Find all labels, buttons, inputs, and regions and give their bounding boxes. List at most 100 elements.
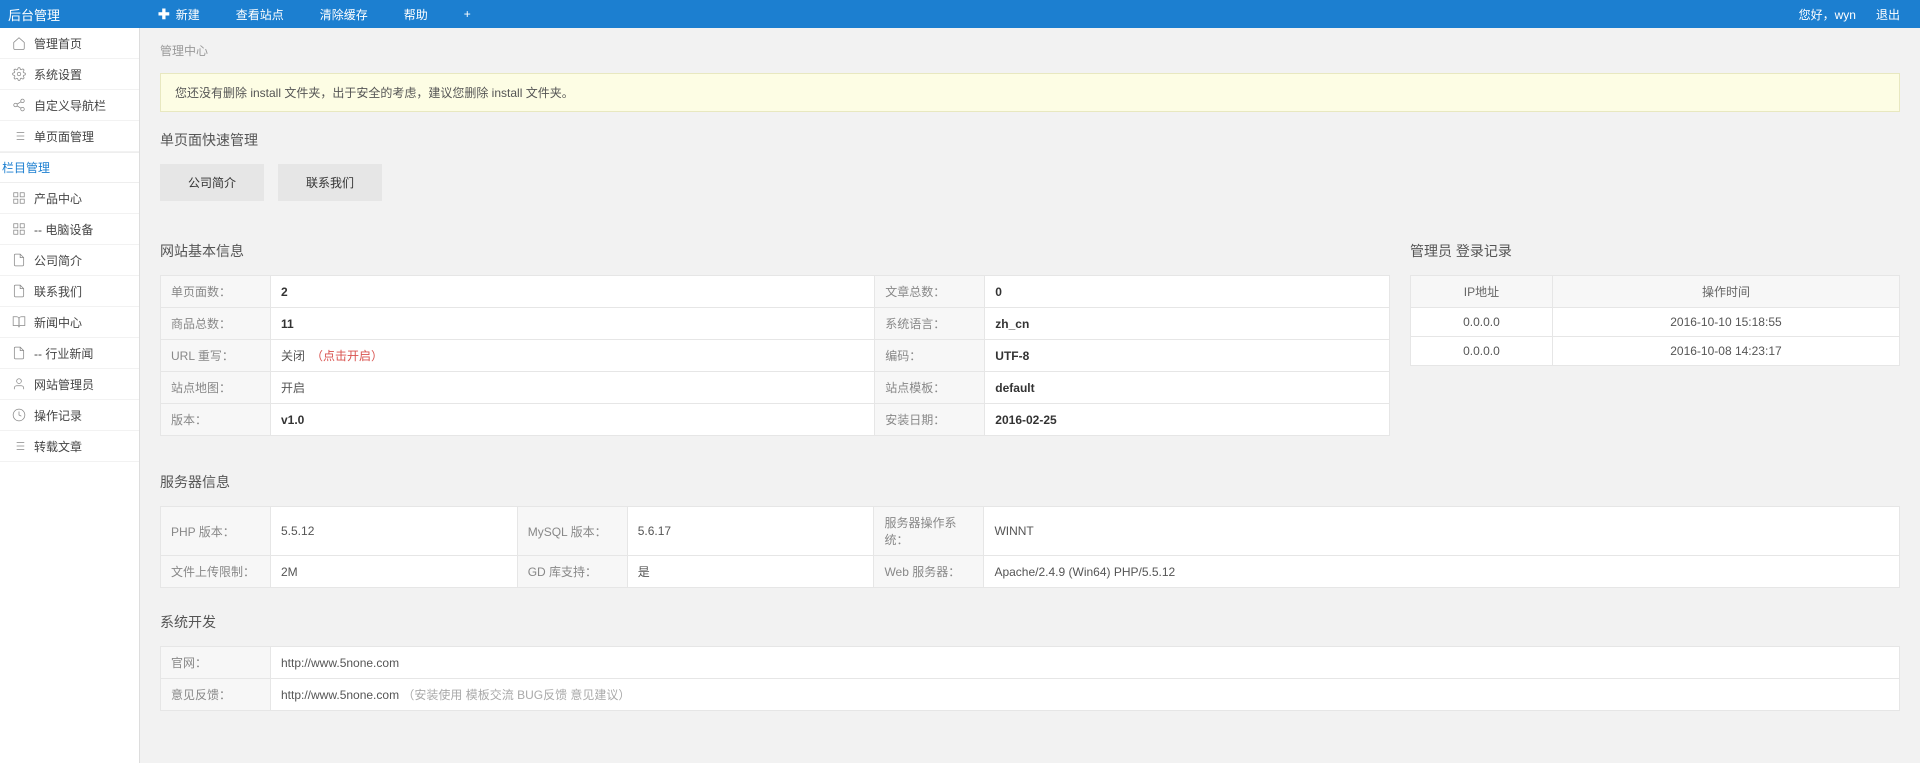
label-goods: 商品总数： bbox=[161, 308, 271, 340]
value-sitemap: 开启 bbox=[271, 372, 875, 404]
value-goods: 11 bbox=[281, 317, 294, 331]
user-icon bbox=[12, 377, 26, 391]
plus-icon: ✚ bbox=[158, 6, 170, 23]
quick-tabs: 公司简介 联系我们 bbox=[160, 164, 1900, 201]
install-warning-alert: 您还没有删除 install 文件夹，出于安全的考虑，建议您删除 install… bbox=[160, 73, 1900, 112]
label-lang: 系统语言： bbox=[875, 308, 985, 340]
label-os: 服务器操作系统： bbox=[874, 507, 984, 556]
log-header-time: 操作时间 bbox=[1552, 276, 1899, 308]
value-mysql: 5.6.17 bbox=[627, 507, 874, 556]
label-template: 站点模板： bbox=[875, 372, 985, 404]
label-mysql: MySQL 版本： bbox=[517, 507, 627, 556]
nav-new[interactable]: ✚新建 bbox=[140, 0, 218, 28]
nav-clear-cache[interactable]: 清除缓存 bbox=[302, 0, 386, 28]
side-settings[interactable]: 系统设置 bbox=[0, 59, 139, 90]
side-label: 网站管理员 bbox=[34, 376, 94, 393]
side-label: 联系我们 bbox=[34, 283, 82, 300]
label-articles: 文章总数： bbox=[875, 276, 985, 308]
side-news-center[interactable]: 新闻中心 bbox=[0, 307, 139, 338]
log-row: 0.0.0.0 2016-10-10 15:18:55 bbox=[1411, 308, 1900, 337]
side-site-admin[interactable]: 网站管理员 bbox=[0, 369, 139, 400]
log-ip: 0.0.0.0 bbox=[1411, 337, 1553, 366]
value-os: WINNT bbox=[984, 507, 1900, 556]
side-label: 系统设置 bbox=[34, 66, 82, 83]
value-template: default bbox=[995, 381, 1034, 395]
label-encoding: 编码： bbox=[875, 340, 985, 372]
file-icon bbox=[12, 253, 26, 267]
value-site[interactable]: http://www.5none.com bbox=[271, 647, 1900, 679]
side-label: 单页面管理 bbox=[34, 128, 94, 145]
side-computer-equip[interactable]: -- 电脑设备 bbox=[0, 214, 139, 245]
side-group-columns: 栏目管理 bbox=[0, 152, 139, 183]
log-time: 2016-10-10 15:18:55 bbox=[1552, 308, 1899, 337]
value-lang: zh_cn bbox=[995, 317, 1029, 331]
side-label: 转载文章 bbox=[34, 438, 82, 455]
side-label: 公司简介 bbox=[34, 252, 82, 269]
side-label: 操作记录 bbox=[34, 407, 82, 424]
log-time: 2016-10-08 14:23:17 bbox=[1552, 337, 1899, 366]
url-rewrite-enable-link[interactable]: （点击开启） bbox=[311, 349, 383, 363]
dev-title: 系统开发 bbox=[160, 612, 1900, 632]
clock-icon bbox=[12, 408, 26, 422]
gear-icon bbox=[12, 67, 26, 81]
feedback-note: （安装使用 模板交流 BUG反馈 意见建议） bbox=[402, 688, 630, 702]
log-row: 0.0.0.0 2016-10-08 14:23:17 bbox=[1411, 337, 1900, 366]
value-pages: 2 bbox=[281, 285, 288, 299]
admin-log-table: IP地址 操作时间 0.0.0.0 2016-10-10 15:18:55 0.… bbox=[1410, 275, 1900, 366]
server-info-title: 服务器信息 bbox=[160, 472, 1900, 492]
value-encoding: UTF-8 bbox=[995, 349, 1029, 363]
log-header-ip: IP地址 bbox=[1411, 276, 1553, 308]
topright: 您好，wyn 退出 bbox=[1799, 6, 1920, 23]
logo: 后台管理 bbox=[0, 5, 140, 24]
grid-icon bbox=[12, 222, 26, 236]
site-info-title: 网站基本信息 bbox=[160, 241, 1390, 261]
main-content: 管理中心 您还没有删除 install 文件夹，出于安全的考虑，建议您删除 in… bbox=[140, 28, 1920, 763]
label-site: 官网： bbox=[161, 647, 271, 679]
server-info-table: PHP 版本： 5.5.12 MySQL 版本： 5.6.17 服务器操作系统：… bbox=[160, 506, 1900, 588]
sidebar: 管理首页 系统设置 自定义导航栏 单页面管理 栏目管理 产品中心 -- 电脑设备… bbox=[0, 28, 140, 763]
side-label: 管理首页 bbox=[34, 35, 82, 52]
nav-help[interactable]: 帮助 bbox=[386, 0, 446, 28]
nav-plus[interactable]: + bbox=[446, 0, 489, 28]
side-product[interactable]: 产品中心 bbox=[0, 183, 139, 214]
greeting: 您好，wyn bbox=[1799, 6, 1856, 23]
dev-table: 官网： http://www.5none.com 意见反馈： http://ww… bbox=[160, 646, 1900, 711]
site-info-table: 单页面数： 2 文章总数： 0 商品总数： 11 系统语言： zh_cn URL… bbox=[160, 275, 1390, 436]
file-icon bbox=[12, 284, 26, 298]
side-repost[interactable]: 转载文章 bbox=[0, 431, 139, 462]
side-op-log[interactable]: 操作记录 bbox=[0, 400, 139, 431]
side-label: 自定义导航栏 bbox=[34, 97, 106, 114]
side-label: -- 电脑设备 bbox=[34, 221, 93, 238]
nav-view-site[interactable]: 查看站点 bbox=[218, 0, 302, 28]
side-label: 产品中心 bbox=[34, 190, 82, 207]
book-icon bbox=[12, 315, 26, 329]
label-php: PHP 版本： bbox=[161, 507, 271, 556]
side-single-page[interactable]: 单页面管理 bbox=[0, 121, 139, 152]
tab-company-intro[interactable]: 公司简介 bbox=[160, 164, 264, 201]
home-icon bbox=[12, 36, 26, 50]
logout-link[interactable]: 退出 bbox=[1876, 6, 1900, 23]
list-icon bbox=[12, 439, 26, 453]
side-industry-news[interactable]: -- 行业新闻 bbox=[0, 338, 139, 369]
side-company-intro[interactable]: 公司简介 bbox=[0, 245, 139, 276]
topbar: 后台管理 ✚新建 查看站点 清除缓存 帮助 + 您好，wyn 退出 bbox=[0, 0, 1920, 28]
label-gd: GD 库支持： bbox=[517, 556, 627, 588]
side-label: 新闻中心 bbox=[34, 314, 82, 331]
admin-log-title: 管理员 登录记录 bbox=[1410, 241, 1900, 261]
log-ip: 0.0.0.0 bbox=[1411, 308, 1553, 337]
grid-icon bbox=[12, 191, 26, 205]
value-feedback[interactable]: http://www.5none.com bbox=[281, 688, 399, 702]
tab-contact-us[interactable]: 联系我们 bbox=[278, 164, 382, 201]
value-install-date: 2016-02-25 bbox=[995, 413, 1056, 427]
value-gd: 是 bbox=[627, 556, 874, 588]
label-install-date: 安装日期： bbox=[875, 404, 985, 436]
quick-manage-title: 单页面快速管理 bbox=[160, 130, 1900, 150]
breadcrumb: 管理中心 bbox=[160, 42, 1900, 59]
value-url-rewrite: 关闭 bbox=[281, 349, 305, 363]
side-label: -- 行业新闻 bbox=[34, 345, 93, 362]
side-contact-us[interactable]: 联系我们 bbox=[0, 276, 139, 307]
side-home[interactable]: 管理首页 bbox=[0, 28, 139, 59]
label-webserver: Web 服务器： bbox=[874, 556, 984, 588]
side-custom-nav[interactable]: 自定义导航栏 bbox=[0, 90, 139, 121]
value-articles: 0 bbox=[995, 285, 1002, 299]
